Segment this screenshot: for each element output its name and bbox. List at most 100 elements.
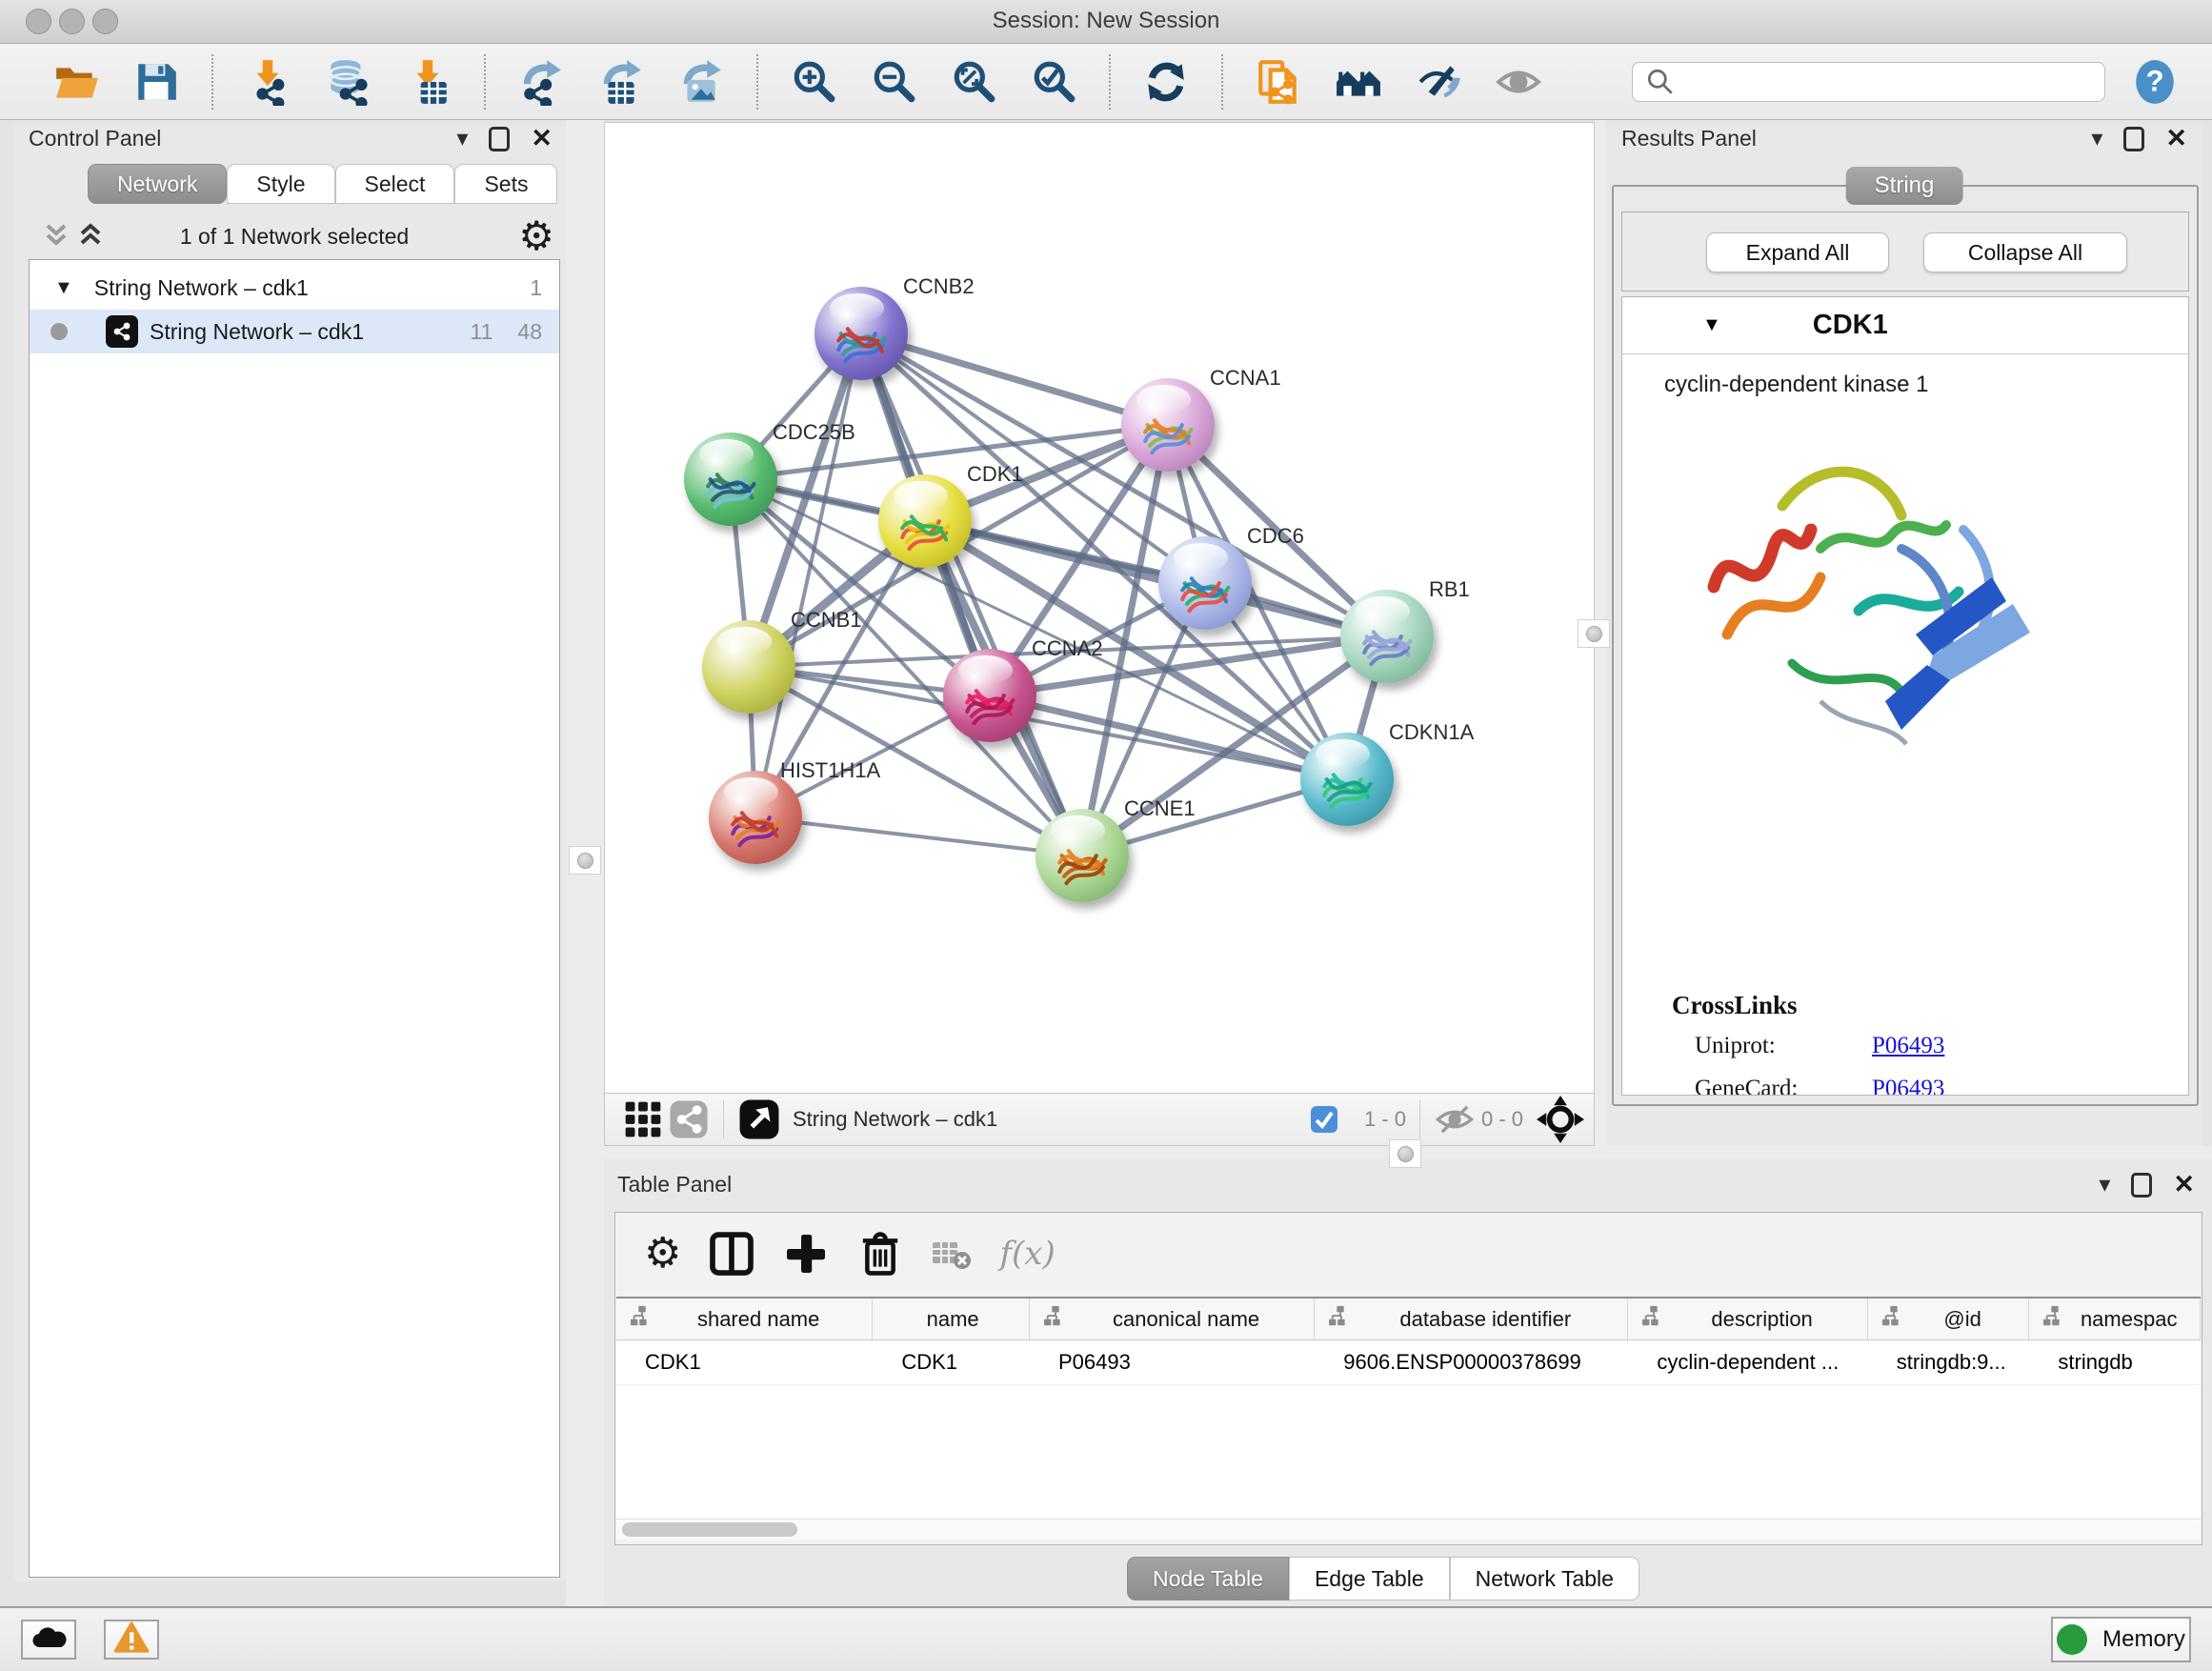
duplicate-network-icon[interactable] xyxy=(1252,55,1305,109)
collapse-all-button[interactable]: Collapse All xyxy=(1923,232,2127,272)
scrollbar-thumb[interactable] xyxy=(622,1522,797,1537)
table-cell[interactable]: CDK1 xyxy=(616,1340,873,1384)
import-network-icon[interactable] xyxy=(242,55,295,109)
export-table-icon[interactable] xyxy=(594,55,648,109)
network-node-cdkn1a[interactable] xyxy=(1300,733,1394,826)
network-canvas[interactable]: CCNB2CCNA1CDC25BCDK1CDC6RB1CCNB1CCNA2CDK… xyxy=(604,122,1595,1094)
table-cell[interactable]: P06493 xyxy=(1030,1340,1315,1384)
share-view-icon[interactable] xyxy=(668,1098,710,1140)
network-node-ccna2[interactable] xyxy=(943,649,1036,742)
collection-expand-icon[interactable]: ▼ xyxy=(54,277,73,299)
network-node-hist1h1a[interactable] xyxy=(709,771,802,864)
memory-button[interactable]: Memory xyxy=(2051,1617,2191,1662)
control-panel-collapse-icon[interactable]: ▾ xyxy=(456,128,468,151)
protein-expand-icon[interactable]: ▼ xyxy=(1702,314,1721,336)
table-row[interactable]: CDK1CDK1P064939606.ENSP00000378699cyclin… xyxy=(616,1340,2201,1384)
table-panel-close-icon[interactable]: ✕ xyxy=(2173,1172,2195,1198)
search-box[interactable] xyxy=(1632,62,2105,102)
birdseye-icon[interactable] xyxy=(1537,1096,1584,1143)
results-panel-collapse-icon[interactable]: ▾ xyxy=(2091,128,2102,151)
open-session-icon[interactable] xyxy=(50,55,103,109)
network-node-rb1[interactable] xyxy=(1340,590,1434,683)
network-node-cdc25b[interactable] xyxy=(684,433,777,526)
refresh-icon[interactable] xyxy=(1139,55,1193,109)
column-header-namespac[interactable]: namespac xyxy=(2029,1299,2201,1339)
zoom-out-icon[interactable] xyxy=(867,55,920,109)
delete-column-icon[interactable] xyxy=(856,1230,904,1278)
network-node-ccna1[interactable] xyxy=(1121,378,1215,472)
tab-network[interactable]: Network xyxy=(88,164,227,204)
home-icon[interactable] xyxy=(1332,55,1385,109)
left-splitter-handle[interactable] xyxy=(569,846,601,875)
results-panel-close-icon[interactable]: ✕ xyxy=(2165,126,2187,151)
collapse-all-networks-icon[interactable] xyxy=(42,222,70,251)
table-cell[interactable]: CDK1 xyxy=(873,1340,1030,1384)
network-node-ccnb2[interactable] xyxy=(814,287,908,380)
selected-checkbox-icon[interactable] xyxy=(1297,1093,1351,1146)
column-header-name[interactable]: name xyxy=(873,1299,1030,1339)
horizontal-splitter-handle[interactable] xyxy=(1389,1139,1421,1168)
network-edge-count: 48 xyxy=(517,319,542,345)
right-splitter-handle[interactable] xyxy=(1578,619,1610,648)
tab-select[interactable]: Select xyxy=(335,164,455,204)
column-header-database-identifier[interactable]: database identifier xyxy=(1315,1299,1628,1339)
control-panel-float-icon[interactable] xyxy=(489,127,510,151)
column-header-canonical-name[interactable]: canonical name xyxy=(1030,1299,1315,1339)
network-collection-row[interactable]: ▼ String Network – cdk1 1 xyxy=(30,266,559,310)
network-node-cdc6[interactable] xyxy=(1158,536,1252,630)
network-edge[interactable] xyxy=(925,521,1387,636)
tab-edge-table[interactable]: Edge Table xyxy=(1289,1557,1450,1601)
network-node-ccne1[interactable] xyxy=(1036,809,1129,902)
node-label-cdkn1a: CDKN1A xyxy=(1389,720,1474,745)
column-header-shared-name[interactable]: shared name xyxy=(616,1299,873,1339)
expand-all-button[interactable]: Expand All xyxy=(1706,232,1889,272)
hide-show-icon[interactable] xyxy=(1412,55,1465,109)
tab-node-table[interactable]: Node Table xyxy=(1127,1557,1289,1601)
table-cell[interactable]: 9606.ENSP00000378699 xyxy=(1315,1340,1628,1384)
table-cell[interactable]: stringdb:9... xyxy=(1868,1340,2030,1384)
import-database-icon[interactable] xyxy=(322,55,375,109)
zoom-in-icon[interactable] xyxy=(787,55,840,109)
tab-sets[interactable]: Sets xyxy=(454,164,557,204)
grid-view-icon[interactable] xyxy=(622,1098,664,1140)
network-node-ccnb1[interactable] xyxy=(702,620,795,714)
crosslink-link[interactable]: P06493 xyxy=(1872,1076,1944,1096)
left-splitter[interactable] xyxy=(566,120,604,1606)
network-row[interactable]: String Network – cdk1 11 48 xyxy=(30,310,559,353)
export-network-icon[interactable] xyxy=(514,55,568,109)
save-session-icon[interactable] xyxy=(130,55,183,109)
eye-disabled-icon[interactable] xyxy=(1492,55,1545,109)
expand-all-networks-icon[interactable] xyxy=(76,222,105,251)
show-columns-icon[interactable] xyxy=(708,1230,755,1278)
table-cell[interactable]: stringdb xyxy=(2029,1340,2201,1384)
crosslink-link[interactable]: P06493 xyxy=(1872,1033,1944,1059)
tab-network-table[interactable]: Network Table xyxy=(1450,1557,1639,1601)
network-node-cdk1[interactable] xyxy=(878,474,972,568)
column-header--id[interactable]: @id xyxy=(1868,1299,2030,1339)
table-horizontal-scrollbar[interactable] xyxy=(616,1519,2201,1540)
help-icon[interactable]: ? xyxy=(2130,57,2180,107)
protein-card-header[interactable]: ▼ CDK1 xyxy=(1622,297,2188,354)
table-panel-collapse-icon[interactable]: ▾ xyxy=(2099,1174,2110,1197)
network-edge[interactable] xyxy=(755,817,1082,856)
table-panel-float-icon[interactable] xyxy=(2131,1173,2152,1198)
warnings-button[interactable] xyxy=(104,1620,159,1660)
hidden-eye-icon[interactable] xyxy=(1434,1100,1476,1138)
external-link-icon[interactable] xyxy=(737,1097,781,1141)
tab-style[interactable]: Style xyxy=(227,164,334,204)
zoom-fit-icon[interactable] xyxy=(947,55,1000,109)
cloud-button[interactable] xyxy=(21,1620,76,1660)
network-options-gear-icon[interactable]: ⚙ xyxy=(518,216,554,256)
table-gear-icon[interactable]: ⚙ xyxy=(644,1233,681,1275)
table-cell[interactable]: cyclin-dependent ... xyxy=(1628,1340,1867,1384)
import-table-icon[interactable] xyxy=(402,55,455,109)
search-input[interactable] xyxy=(1684,70,2093,94)
results-panel-float-icon[interactable] xyxy=(2123,127,2144,151)
tab-string[interactable]: String xyxy=(1846,167,1963,205)
network-edge[interactable] xyxy=(861,333,1168,425)
zoom-selected-icon[interactable] xyxy=(1027,55,1080,109)
export-image-icon[interactable] xyxy=(674,55,728,109)
add-column-icon[interactable] xyxy=(782,1230,830,1278)
control-panel-close-icon[interactable]: ✕ xyxy=(531,126,553,151)
column-header-description[interactable]: description xyxy=(1628,1299,1867,1339)
